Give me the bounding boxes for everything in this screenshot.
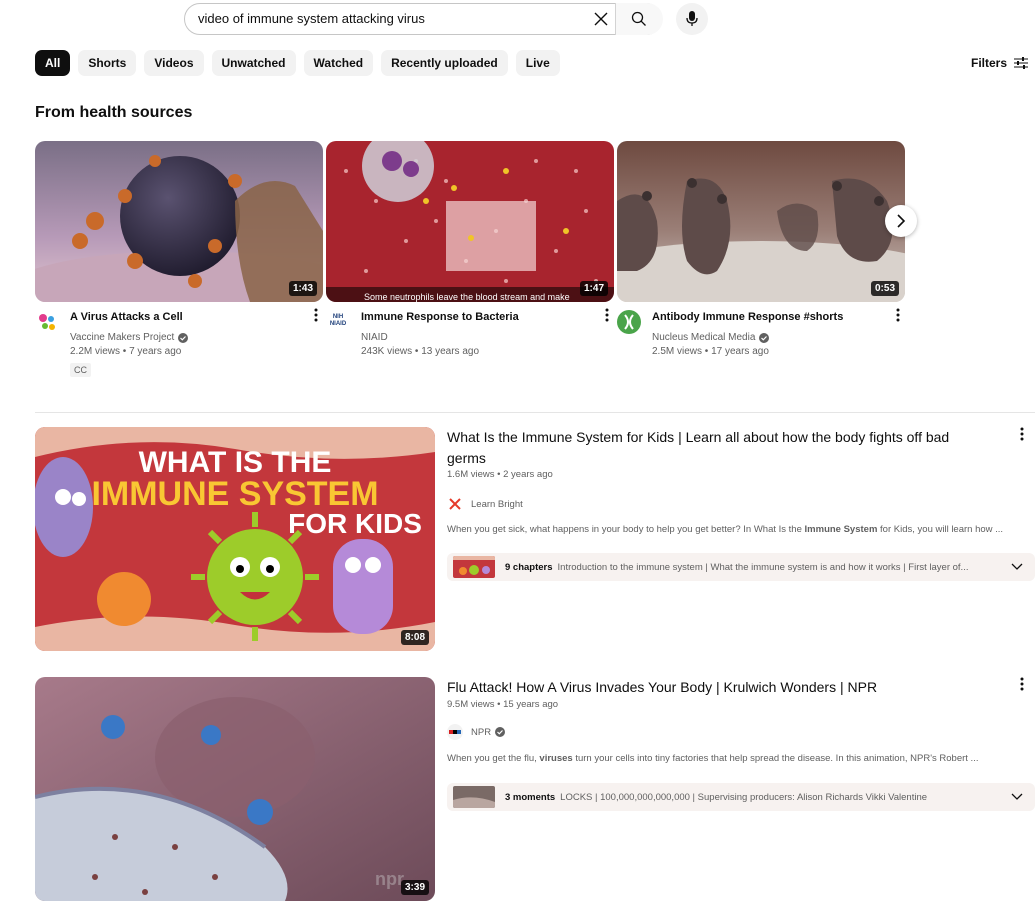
sliders-icon bbox=[1014, 57, 1029, 69]
duration-badge: 0:53 bbox=[870, 281, 899, 296]
shelf-card[interactable]: Some neutrophils leave the blood stream … bbox=[326, 141, 614, 357]
video-thumbnail[interactable]: 1:43 bbox=[35, 141, 323, 302]
chip-unwatched[interactable]: Unwatched bbox=[211, 50, 296, 76]
duration-badge: 1:47 bbox=[579, 281, 608, 296]
thumbnail-heading: FOR KIDS bbox=[288, 508, 422, 539]
filters-label: Filters bbox=[971, 56, 1008, 70]
moments-row[interactable]: 3 moments LOCKS | 100,000,000,000,000 | … bbox=[447, 783, 1035, 811]
verified-icon bbox=[759, 332, 770, 343]
verified-icon bbox=[178, 332, 189, 343]
channel-name[interactable]: Vaccine Makers Project bbox=[70, 332, 189, 343]
video-description: When you get the flu, viruses turn your … bbox=[447, 753, 979, 764]
video-title[interactable]: Flu Attack! How A Virus Invades Your Bod… bbox=[447, 677, 987, 698]
shelf-card[interactable]: 0:53 Antibody Immune Response #shorts Nu… bbox=[617, 141, 905, 357]
video-meta: 243K views • 13 years ago bbox=[361, 346, 480, 357]
more-options-icon[interactable] bbox=[605, 308, 609, 322]
chip-watched[interactable]: Watched bbox=[303, 50, 374, 76]
chip-shorts[interactable]: Shorts bbox=[78, 50, 137, 76]
chapters-count: 9 chapters bbox=[505, 561, 553, 573]
duration-badge: 3:39 bbox=[400, 880, 429, 895]
video-meta: 2.5M views • 17 years ago bbox=[652, 346, 769, 357]
channel-avatar[interactable]: NIH NIAID bbox=[326, 310, 350, 334]
channel-name: Learn Bright bbox=[471, 498, 523, 510]
cc-badge: CC bbox=[70, 363, 91, 377]
npr-watermark: npr bbox=[375, 869, 404, 889]
channel-avatar bbox=[447, 724, 463, 740]
channel-name: NPR bbox=[471, 726, 492, 738]
more-options-icon[interactable] bbox=[1020, 677, 1024, 691]
moments-count: 3 moments bbox=[505, 791, 556, 803]
moment-thumbnail bbox=[453, 786, 495, 808]
duration-badge: 1:43 bbox=[288, 281, 317, 296]
thumbnail-caption: Some neutrophils leave the blood stream … bbox=[364, 292, 570, 302]
shelf-title: From health sources bbox=[35, 104, 193, 121]
video-thumbnail[interactable]: npr 3:39 bbox=[35, 677, 435, 901]
chapters-text: Introduction to the immune system | What… bbox=[557, 561, 969, 573]
chevron-right-icon bbox=[897, 214, 906, 228]
video-title[interactable]: A Virus Attacks a Cell bbox=[70, 311, 183, 323]
channel-avatar[interactable] bbox=[617, 310, 641, 334]
channel-avatar[interactable] bbox=[35, 310, 59, 334]
video-thumbnail[interactable]: WHAT IS THE IMMUNE SYSTEM FOR KIDS 8:08 bbox=[35, 427, 435, 651]
channel-row[interactable]: Learn Bright bbox=[447, 496, 523, 512]
more-options-icon[interactable] bbox=[1020, 427, 1024, 441]
chevron-down-icon[interactable] bbox=[1011, 791, 1023, 801]
filters-button[interactable]: Filters bbox=[971, 56, 1029, 70]
video-title[interactable]: Immune Response to Bacteria bbox=[361, 311, 519, 323]
section-divider bbox=[35, 412, 1035, 413]
chevron-down-icon[interactable] bbox=[1011, 561, 1023, 571]
channel-name[interactable]: NIAID bbox=[361, 332, 388, 343]
video-thumbnail[interactable]: 0:53 bbox=[617, 141, 905, 302]
chip-recently-uploaded[interactable]: Recently uploaded bbox=[381, 50, 508, 76]
video-title[interactable]: What Is the Immune System for Kids | Lea… bbox=[447, 427, 987, 469]
video-meta: 2.2M views • 7 years ago bbox=[70, 346, 182, 357]
chip-all[interactable]: All bbox=[35, 50, 71, 76]
search-input[interactable]: video of immune system attacking virus bbox=[198, 11, 425, 26]
microphone-icon bbox=[686, 11, 698, 26]
shelf-card[interactable]: 1:43 A Virus Attacks a Cell Vaccine Make… bbox=[35, 141, 323, 377]
chapter-thumbnail bbox=[453, 556, 495, 578]
duration-badge: 8:08 bbox=[400, 630, 429, 645]
search-icon bbox=[631, 11, 646, 26]
video-title[interactable]: Antibody Immune Response #shorts bbox=[652, 311, 843, 323]
voice-search-button[interactable] bbox=[676, 3, 708, 35]
channel-name[interactable]: Nucleus Medical Media bbox=[652, 332, 770, 343]
chapters-row[interactable]: 9 chapters Introduction to the immune sy… bbox=[447, 553, 1035, 581]
search-box[interactable]: video of immune system attacking virus bbox=[184, 3, 663, 35]
video-thumbnail[interactable]: Some neutrophils leave the blood stream … bbox=[326, 141, 614, 302]
verified-icon bbox=[495, 727, 506, 737]
video-meta: 9.5M views • 15 years ago bbox=[447, 699, 559, 710]
shelf-next-button[interactable] bbox=[885, 205, 917, 237]
search-button[interactable] bbox=[615, 3, 663, 35]
channel-row[interactable]: NPR bbox=[447, 724, 506, 740]
more-options-icon[interactable] bbox=[314, 308, 318, 322]
chip-live[interactable]: Live bbox=[515, 50, 560, 76]
more-options-icon[interactable] bbox=[896, 308, 900, 322]
video-description: When you get sick, what happens in your … bbox=[447, 524, 1004, 535]
channel-avatar bbox=[449, 498, 461, 510]
chip-videos[interactable]: Videos bbox=[144, 50, 204, 76]
video-meta: 1.6M views • 2 years ago bbox=[447, 469, 553, 480]
moments-text: LOCKS | 100,000,000,000,000 | Supervisin… bbox=[560, 791, 928, 803]
filter-chips: All Shorts Videos Unwatched Watched Rece… bbox=[35, 50, 560, 76]
clear-icon[interactable] bbox=[593, 11, 609, 27]
